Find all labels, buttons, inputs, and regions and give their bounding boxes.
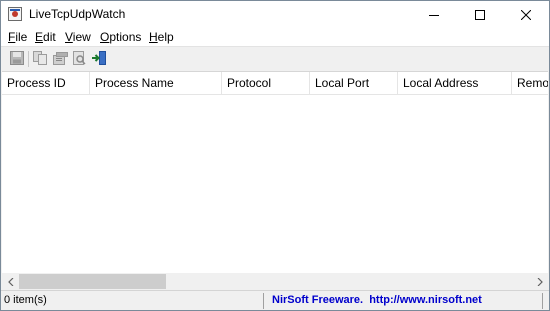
column-local-address[interactable]: Local Address (398, 72, 512, 94)
copy-icon (33, 51, 47, 65)
menu-help-label: elp (157, 30, 174, 44)
window-title: LiveTcpUdpWatch (29, 7, 126, 21)
menu-view-mnemonic: V (65, 30, 73, 44)
html-report-button[interactable] (71, 50, 87, 66)
close-button[interactable] (503, 1, 549, 29)
menu-view[interactable]: View (65, 30, 91, 44)
copy-button[interactable] (32, 50, 48, 66)
menu-options[interactable]: Options (100, 30, 141, 44)
nirsoft-link[interactable]: NirSoft Freeware. http://www.nirsoft.net (272, 294, 482, 306)
toolbar-separator (28, 51, 29, 67)
scroll-right-button[interactable] (531, 273, 548, 290)
menu-options-mnemonic: O (100, 30, 110, 44)
scroll-thumb[interactable] (19, 274, 166, 289)
scroll-left-button[interactable] (2, 273, 19, 290)
horizontal-scrollbar[interactable] (2, 273, 548, 290)
status-divider-end (542, 293, 543, 309)
status-bar: 0 item(s) NirSoft Freeware. http://www.n… (1, 290, 549, 310)
menu-bar: File Edit View Options Help (1, 29, 549, 46)
connections-list[interactable]: Process ID Process Name Protocol Local P… (2, 71, 548, 290)
menu-help[interactable]: Help (149, 30, 174, 44)
status-divider (263, 293, 264, 309)
menu-edit-mnemonic: E (35, 30, 44, 44)
maximize-button[interactable] (457, 1, 503, 29)
column-protocol[interactable]: Protocol (222, 72, 310, 94)
minimize-icon (429, 15, 439, 16)
minimize-button[interactable] (411, 1, 457, 29)
properties-icon (53, 52, 68, 65)
column-local-port[interactable]: Local Port (310, 72, 398, 94)
menu-help-mnemonic: H (149, 30, 158, 44)
close-icon (521, 10, 531, 20)
exit-button[interactable] (91, 50, 107, 66)
properties-button[interactable] (52, 50, 68, 66)
column-process-name[interactable]: Process Name (90, 72, 222, 94)
maximize-icon (475, 10, 485, 20)
menu-file[interactable]: File (8, 30, 27, 44)
menu-view-label: iew (72, 30, 91, 44)
save-icon (10, 51, 24, 65)
column-remote[interactable]: Remot (512, 72, 548, 94)
list-header: Process ID Process Name Protocol Local P… (2, 72, 548, 95)
menu-edit[interactable]: Edit (35, 30, 56, 44)
chevron-left-icon (7, 277, 13, 286)
menu-options-label: ptions (109, 30, 142, 44)
save-button[interactable] (9, 50, 25, 66)
html-report-icon (73, 51, 86, 65)
exit-icon (92, 51, 106, 65)
menu-file-label: ile (15, 30, 28, 44)
column-process-id[interactable]: Process ID (2, 72, 90, 94)
menu-edit-label: dit (43, 30, 56, 44)
toolbar (1, 46, 549, 71)
app-window: LiveTcpUdpWatch File Edit View Options H… (0, 0, 550, 311)
item-count: 0 item(s) (4, 294, 47, 306)
title-bar[interactable]: LiveTcpUdpWatch (1, 1, 549, 29)
chevron-right-icon (537, 277, 543, 286)
app-icon[interactable] (8, 7, 22, 21)
